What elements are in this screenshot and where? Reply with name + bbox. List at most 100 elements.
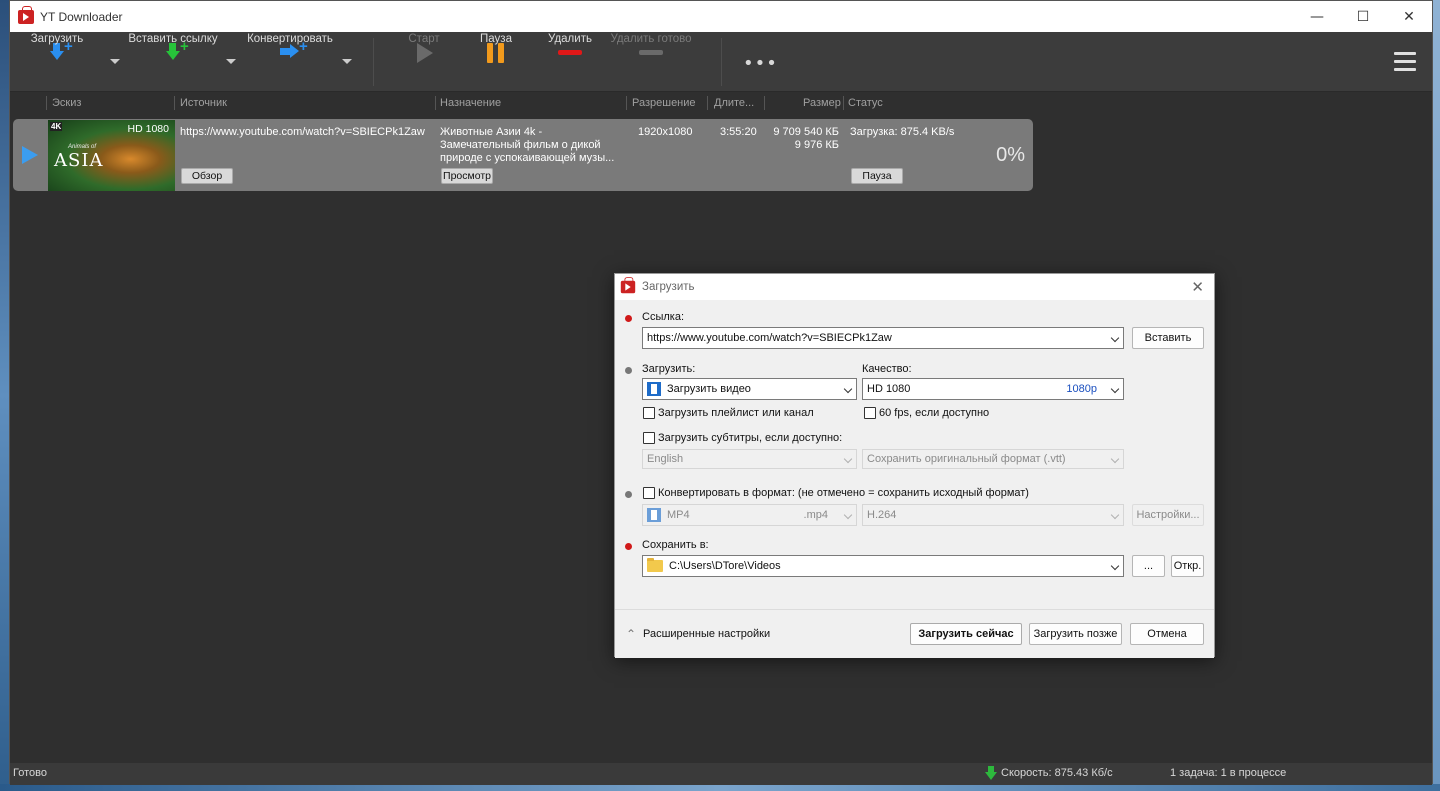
cancel-button[interactable]: Отмена [1130,623,1204,645]
close-button[interactable]: ✕ [1386,1,1432,32]
title-bar: YT Downloader — ☐ ✕ [10,1,1432,32]
chevron-down-icon [843,510,853,520]
codec-select[interactable]: H.264 [862,504,1124,526]
download-dialog: Загрузить ✕ Ссылка: https://www.youtube.… [614,273,1215,658]
quality-label: Качество: [862,363,912,375]
download-type-select[interactable]: Загрузить видео [642,378,857,400]
optional-dot [625,367,632,374]
status-speed: Скорость: 875.43 Кб/с [1001,767,1113,779]
open-folder-button[interactable]: Откр. [1171,555,1204,577]
convert-checkbox[interactable] [643,487,655,499]
desktop-bottom-strip [0,784,1440,791]
chevron-down-icon [843,384,853,394]
row-pause-button[interactable]: Пауза [851,168,903,184]
download-button[interactable]: + Загрузить [29,32,85,92]
app-icon [18,5,34,24]
paste-link-dropdown-arrow[interactable] [226,59,236,64]
toolbar: + Загрузить + Вставить ссылку + Конверти… [10,32,1432,92]
column-header[interactable]: Длите... [714,97,754,109]
dialog-title-bar: Загрузить ✕ [615,274,1214,300]
column-header[interactable]: Статус [848,97,883,109]
chevron-up-icon[interactable]: ⌃ [626,627,636,641]
video-thumbnail[interactable]: 4K HD 1080 Animals of ASIA [48,120,175,191]
video-icon [647,508,661,522]
column-header[interactable]: Разрешение [632,97,696,109]
source-url: https://www.youtube.com/watch?v=SBIECPk1… [180,126,425,138]
maximize-button[interactable]: ☐ [1340,1,1386,32]
convert-settings-button[interactable]: Настройки... [1132,504,1204,526]
dialog-body: Ссылка: https://www.youtube.com/watch?v=… [615,300,1214,658]
paste-link-button[interactable]: + Вставить ссылку [127,32,219,92]
column-header[interactable]: Источник [180,97,227,109]
download-now-button[interactable]: Загрузить сейчас [910,623,1022,645]
advanced-settings-link[interactable]: Расширенные настройки [643,628,770,640]
fps-checkbox[interactable] [864,407,876,419]
video-icon [647,382,661,396]
save-path-input[interactable]: C:\Users\DTore\Videos [642,555,1124,577]
dialog-title: Загрузить [642,281,695,293]
minimize-button[interactable]: — [1294,1,1340,32]
destination-line: природе с успокаивающей музы... [440,152,615,164]
paste-button[interactable]: Вставить [1132,327,1204,349]
convert-checkbox-label[interactable]: Конвертировать в формат: (не отмечено = … [658,487,1029,499]
status-bar: Готово Скорость: 875.43 Кб/с 1 задача: 1… [10,763,1432,785]
destination-line: Животные Азии 4k - [440,126,543,138]
pause-button[interactable]: Пауза [476,32,516,92]
status-text: Загрузка: 875.4 KB/s [850,126,955,138]
download-dropdown-arrow[interactable] [110,59,120,64]
play-icon[interactable] [22,146,38,164]
status-ready: Готово [13,767,47,779]
link-label: Ссылка: [642,311,684,323]
view-button[interactable]: Просмотр [441,168,493,184]
chevron-down-icon [1110,333,1120,343]
download-type-label: Загрузить: [642,363,696,375]
duration: 3:55:20 [720,126,757,138]
start-button[interactable]: Старт [404,32,444,92]
subtitles-format-select[interactable]: Сохранить оригинальный формат (.vtt) [862,449,1124,469]
delete-button[interactable]: Удалить [544,32,596,92]
download-row[interactable]: 4K HD 1080 Animals of ASIA https://www.y… [13,119,1033,191]
toolbar-separator [373,38,374,86]
browse-folder-button[interactable]: ... [1132,555,1165,577]
format-select[interactable]: MP4 .mp4 [642,504,857,526]
destination-line: Замечательный фильм о дикой [440,139,601,151]
optional-dot [625,491,632,498]
save-to-label: Сохранить в: [642,539,709,551]
column-header[interactable]: Назначение [440,97,501,109]
required-dot [625,315,632,322]
convert-button[interactable]: + Конвертировать [243,32,337,92]
download-speed-icon [985,766,997,780]
column-header[interactable]: Размер [803,97,841,109]
menu-icon[interactable] [1394,52,1416,72]
close-icon[interactable]: ✕ [1191,278,1204,296]
required-dot [625,543,632,550]
desktop-left-strip [0,0,9,791]
quality-select[interactable]: HD 1080 1080p [862,378,1124,400]
subtitles-language-select[interactable]: English [642,449,857,469]
fps-checkbox-label[interactable]: 60 fps, если доступно [879,407,989,419]
link-input[interactable]: https://www.youtube.com/watch?v=SBIECPk1… [642,327,1124,349]
playlist-checkbox[interactable] [643,407,655,419]
chevron-down-icon [1110,561,1120,571]
browse-button[interactable]: Обзор [181,168,233,184]
delete-done-button[interactable]: Удалить готово [609,32,693,92]
list-header: Эскиз Источник Назначение Разрешение Дли… [10,93,1032,113]
progress-percent: 0% [996,144,1025,166]
subtitles-checkbox-label[interactable]: Загрузить субтитры, если доступно: [658,432,842,444]
playlist-checkbox-label[interactable]: Загрузить плейлист или канал [658,407,814,419]
subtitles-checkbox[interactable] [643,432,655,444]
download-later-button[interactable]: Загрузить позже [1029,623,1122,645]
folder-icon [647,558,663,572]
status-tasks: 1 задача: 1 в процессе [1170,767,1287,779]
downloaded-size: 9 976 КБ [794,139,839,151]
more-options-icon[interactable]: ••• [743,55,778,73]
window-title: YT Downloader [40,9,123,24]
column-header[interactable]: Эскиз [52,97,81,109]
quality-badge: 1080p [1066,383,1097,395]
app-icon [620,277,636,294]
chevron-down-icon [1110,454,1120,464]
total-size: 9 709 540 КБ [773,126,839,138]
chevron-down-icon [1110,384,1120,394]
convert-dropdown-arrow[interactable] [342,59,352,64]
window-controls: — ☐ ✕ [1294,1,1432,32]
